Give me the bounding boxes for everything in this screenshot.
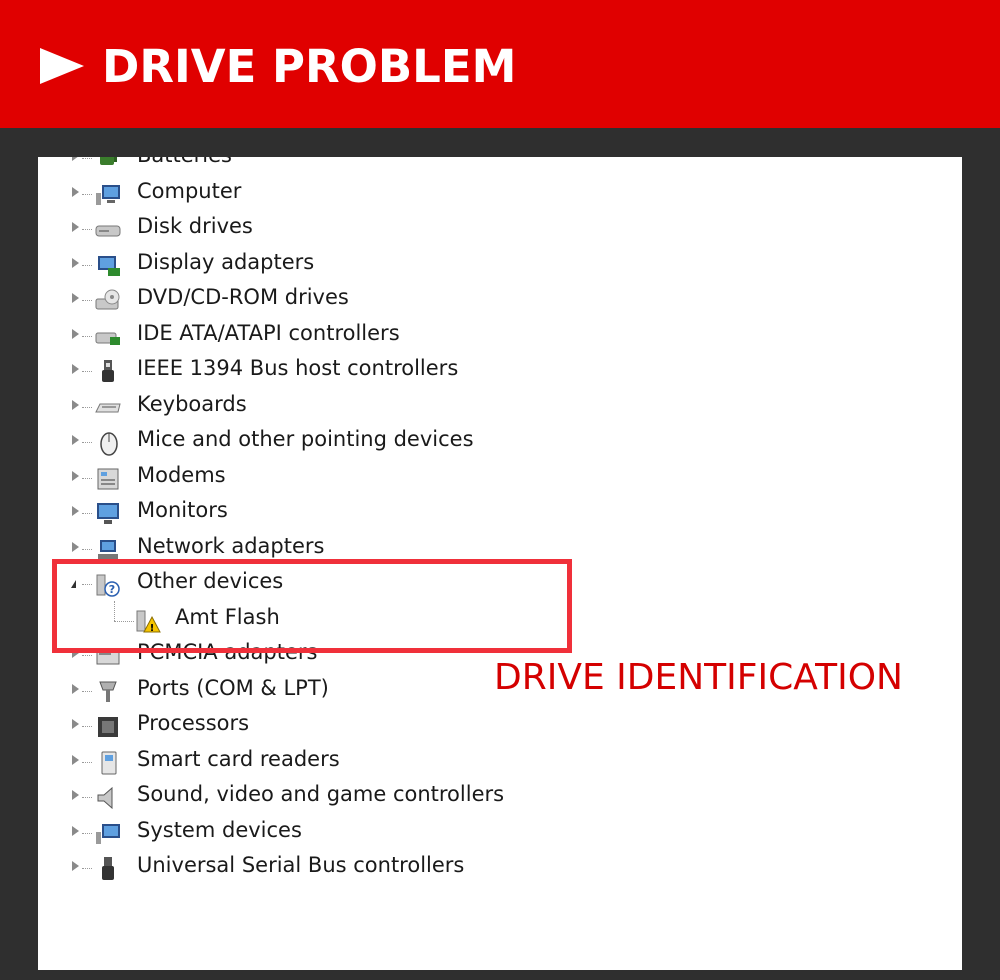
tree-item-label: DVD/CD-ROM drives — [137, 285, 349, 309]
tree-item[interactable]: DVD/CD-ROM drives — [38, 283, 598, 319]
expand-arrow-icon[interactable] — [72, 506, 79, 516]
keyboard-icon — [94, 394, 122, 422]
tree-item[interactable]: Computer — [38, 177, 598, 213]
expand-arrow-icon[interactable] — [72, 257, 79, 268]
expand-arrow-icon[interactable] — [72, 186, 79, 197]
tree-item[interactable]: IEEE 1394 Bus host controllers — [38, 354, 598, 390]
modem-icon — [94, 465, 122, 493]
speaker-icon — [94, 784, 122, 812]
tree-item[interactable]: Sound, video and game controllers — [38, 780, 598, 816]
tree-item[interactable]: System devices — [38, 816, 598, 852]
tree-item-label: Display adapters — [137, 249, 315, 274]
display-adapter-icon — [94, 252, 122, 280]
expand-arrow-icon[interactable] — [72, 470, 79, 481]
tree-connector — [82, 690, 92, 692]
tree-item[interactable]: Display adapters — [38, 248, 598, 284]
tree-connector — [82, 868, 92, 869]
tree-item[interactable]: Universal Serial Bus controllers — [38, 851, 598, 887]
tree-connector — [82, 548, 92, 550]
tree-item-label: Batteries — [137, 157, 232, 167]
banner-title: DRIVE PROBLEM — [40, 36, 516, 96]
system-device-icon — [94, 820, 122, 848]
tree-item[interactable]: Batteries — [38, 157, 598, 177]
tree-item-label: Smart card readers — [137, 746, 340, 771]
tree-item-label: Modems — [137, 462, 226, 487]
usb-icon — [94, 855, 122, 883]
arrow-right-icon — [40, 48, 84, 84]
tree-item-label: IDE ATA/ATAPI controllers — [137, 320, 400, 345]
expand-arrow-icon[interactable] — [72, 754, 79, 765]
tree-item-label: IEEE 1394 Bus host controllers — [137, 356, 459, 380]
tree-connector — [82, 797, 92, 798]
dvd-drive-icon — [94, 287, 122, 315]
tree-item-label: Universal Serial Bus controllers — [137, 853, 465, 877]
expand-arrow-icon[interactable] — [72, 222, 79, 232]
tree-item[interactable]: Disk drives — [38, 212, 598, 248]
tree-item[interactable]: Monitors — [38, 496, 598, 532]
expand-arrow-icon[interactable] — [72, 719, 79, 729]
port-icon — [94, 678, 122, 706]
tree-item[interactable]: Keyboards — [38, 390, 598, 426]
tree-item-label: System devices — [137, 817, 302, 842]
expand-arrow-icon[interactable] — [72, 328, 79, 339]
tree-connector — [82, 761, 92, 763]
tree-connector — [82, 406, 92, 408]
tree-item-label: Ports (COM & LPT) — [137, 675, 329, 700]
tree-item-label: Computer — [137, 178, 242, 203]
tree-connector — [82, 442, 92, 443]
tree-item-label: Monitors — [137, 498, 228, 522]
highlight-box — [52, 559, 572, 653]
tree-connector — [82, 229, 92, 230]
expand-arrow-icon[interactable] — [72, 825, 79, 836]
expand-arrow-icon[interactable] — [72, 790, 79, 800]
expand-arrow-icon[interactable] — [72, 861, 79, 871]
expand-arrow-icon[interactable] — [72, 293, 79, 303]
tree-connector — [82, 477, 92, 479]
tree-item-label: Mice and other pointing devices — [137, 427, 474, 451]
firewire-icon — [94, 358, 122, 386]
battery-icon — [94, 157, 122, 173]
expand-arrow-icon[interactable] — [72, 541, 79, 552]
processor-icon — [94, 713, 122, 741]
computer-icon — [94, 181, 122, 209]
tree-connector — [82, 300, 92, 301]
tree-item-label: Processors — [137, 711, 250, 735]
mouse-icon — [94, 429, 122, 457]
tree-connector — [82, 193, 92, 195]
smart-card-icon — [94, 749, 122, 777]
tree-connector — [82, 832, 92, 834]
banner-title-text: DRIVE PROBLEM — [102, 39, 517, 93]
tree-connector — [82, 158, 92, 159]
ide-controller-icon — [94, 323, 122, 351]
header-banner: DRIVE PROBLEM — [0, 0, 1000, 128]
expand-arrow-icon[interactable] — [72, 364, 79, 374]
tree-item-label: Keyboards — [137, 391, 247, 416]
tree-item-label: Network adapters — [137, 533, 325, 558]
tree-item-label: Sound, video and game controllers — [137, 782, 505, 806]
tree-item[interactable]: Smart card readers — [38, 745, 598, 781]
tree-item-label: Disk drives — [137, 214, 253, 238]
tree-connector — [82, 726, 92, 727]
expand-arrow-icon[interactable] — [72, 157, 79, 161]
disk-drive-icon — [94, 216, 122, 244]
expand-arrow-icon[interactable] — [72, 435, 79, 445]
tree-connector — [82, 513, 92, 514]
expand-arrow-icon[interactable] — [72, 683, 79, 694]
tree-connector — [82, 371, 92, 372]
tree-connector — [82, 655, 92, 656]
monitor-icon — [94, 500, 122, 528]
tree-item[interactable]: Modems — [38, 461, 598, 497]
tree-connector — [82, 264, 92, 266]
tree-item[interactable]: Processors — [38, 709, 598, 745]
annotation-label: DRIVE IDENTIFICATION — [494, 657, 903, 698]
tree-item[interactable]: IDE ATA/ATAPI controllers — [38, 319, 598, 355]
tree-item[interactable]: Mice and other pointing devices — [38, 425, 598, 461]
tree-connector — [82, 335, 92, 337]
expand-arrow-icon[interactable] — [72, 399, 79, 410]
